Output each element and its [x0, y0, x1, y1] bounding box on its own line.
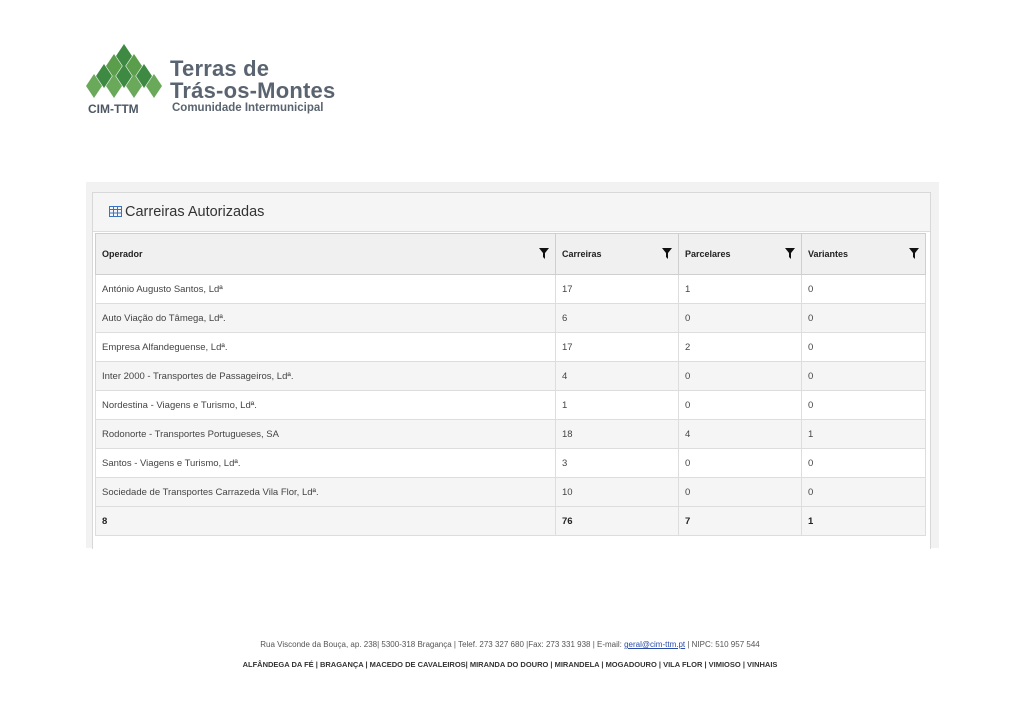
cell-operador: Auto Viação do Tâmega, Ldª. [95, 303, 556, 333]
column-header-variantes[interactable]: Variantes [801, 233, 926, 275]
cell-operador: Rodonorte - Transportes Portugueses, SA [95, 419, 556, 449]
filter-icon[interactable] [909, 248, 919, 259]
footer-address: Rua Visconde da Bouça, ap. 238| 5300-318… [0, 640, 1020, 649]
cell-parcelares: 0 [678, 477, 802, 507]
logo-abbreviation: CIM-TTM [88, 102, 139, 116]
green-diamond-mountains-logo-icon [86, 44, 162, 98]
totals-row: 8 76 7 1 [95, 506, 926, 536]
table-header-row: Operador Carreiras Parcelares Variantes [95, 233, 926, 275]
table-row[interactable]: Santos - Viagens e Turismo, Ldª. 3 0 0 [95, 448, 926, 478]
cell-parcelares: 0 [678, 303, 802, 333]
panel-title: Carreiras Autorizadas [125, 204, 265, 220]
cell-parcelares: 0 [678, 448, 802, 478]
cell-parcelares: 4 [678, 419, 802, 449]
cell-parcelares: 1 [678, 274, 802, 304]
table-grid-icon [109, 206, 122, 217]
carreiras-widget: Carreiras Autorizadas Operador Carreiras… [86, 182, 939, 549]
filter-icon[interactable] [785, 248, 795, 259]
table-row[interactable]: António Augusto Santos, Ldª 17 1 0 [95, 274, 926, 304]
cell-carreiras: 6 [555, 303, 679, 333]
footer-nipc-text: | NIPC: 510 957 544 [685, 640, 760, 649]
table-row[interactable]: Empresa Alfandeguense, Ldª. 17 2 0 [95, 332, 926, 362]
table-row[interactable]: Sociedade de Transportes Carrazeda Vila … [95, 477, 926, 507]
logo: Terras de Trás-os-Montes CIM-TTM Comunid… [86, 44, 346, 120]
total-carreiras: 76 [555, 506, 679, 536]
total-operadores: 8 [95, 506, 556, 536]
cell-variantes: 0 [801, 303, 926, 333]
cell-carreiras: 4 [555, 361, 679, 391]
carreiras-panel: Carreiras Autorizadas Operador Carreiras… [92, 192, 931, 549]
filter-icon[interactable] [662, 248, 672, 259]
column-header-label: Parcelares [685, 249, 731, 259]
cell-carreiras: 10 [555, 477, 679, 507]
carreiras-table: Operador Carreiras Parcelares Variantes [95, 233, 926, 536]
footer-email-link[interactable]: geral@cim-ttm.pt [624, 640, 685, 649]
column-header-label: Carreiras [562, 249, 602, 259]
cell-variantes: 0 [801, 361, 926, 391]
cell-operador: Sociedade de Transportes Carrazeda Vila … [95, 477, 556, 507]
footer-address-text: Rua Visconde da Bouça, ap. 238| 5300-318… [260, 640, 625, 649]
cell-variantes: 1 [801, 419, 926, 449]
column-header-carreiras[interactable]: Carreiras [555, 233, 679, 275]
cell-carreiras: 18 [555, 419, 679, 449]
cell-operador: Santos - Viagens e Turismo, Ldª. [95, 448, 556, 478]
table-row[interactable]: Inter 2000 - Transportes de Passageiros,… [95, 361, 926, 391]
table-row[interactable]: Nordestina - Viagens e Turismo, Ldª. 1 0… [95, 390, 926, 420]
cell-variantes: 0 [801, 274, 926, 304]
column-header-label: Variantes [808, 249, 849, 259]
cell-operador: Nordestina - Viagens e Turismo, Ldª. [95, 390, 556, 420]
column-header-parcelares[interactable]: Parcelares [678, 233, 802, 275]
table-row[interactable]: Rodonorte - Transportes Portugueses, SA … [95, 419, 926, 449]
table-row[interactable]: Auto Viação do Tâmega, Ldª. 6 0 0 [95, 303, 926, 333]
cell-carreiras: 17 [555, 332, 679, 362]
total-parcelares: 7 [678, 506, 802, 536]
cell-variantes: 0 [801, 448, 926, 478]
column-header-operador[interactable]: Operador [95, 233, 556, 275]
cell-variantes: 0 [801, 390, 926, 420]
cell-parcelares: 0 [678, 361, 802, 391]
cell-carreiras: 1 [555, 390, 679, 420]
cell-carreiras: 17 [555, 274, 679, 304]
cell-operador: Empresa Alfandeguense, Ldª. [95, 332, 556, 362]
cell-operador: Inter 2000 - Transportes de Passageiros,… [95, 361, 556, 391]
filter-icon[interactable] [539, 248, 549, 259]
logo-title-line2: Trás-os-Montes [170, 78, 336, 103]
cell-variantes: 0 [801, 477, 926, 507]
footer-municipalities: ALFÂNDEGA DA FÉ | BRAGANÇA | MACEDO DE C… [242, 660, 778, 669]
cell-operador: António Augusto Santos, Ldª [95, 274, 556, 304]
cell-parcelares: 2 [678, 332, 802, 362]
cell-variantes: 0 [801, 332, 926, 362]
cell-carreiras: 3 [555, 448, 679, 478]
cell-parcelares: 0 [678, 390, 802, 420]
total-variantes: 1 [801, 506, 926, 536]
logo-subtitle: Comunidade Intermunicipal [172, 102, 324, 114]
column-header-label: Operador [102, 249, 143, 259]
panel-header: Carreiras Autorizadas [93, 193, 930, 232]
